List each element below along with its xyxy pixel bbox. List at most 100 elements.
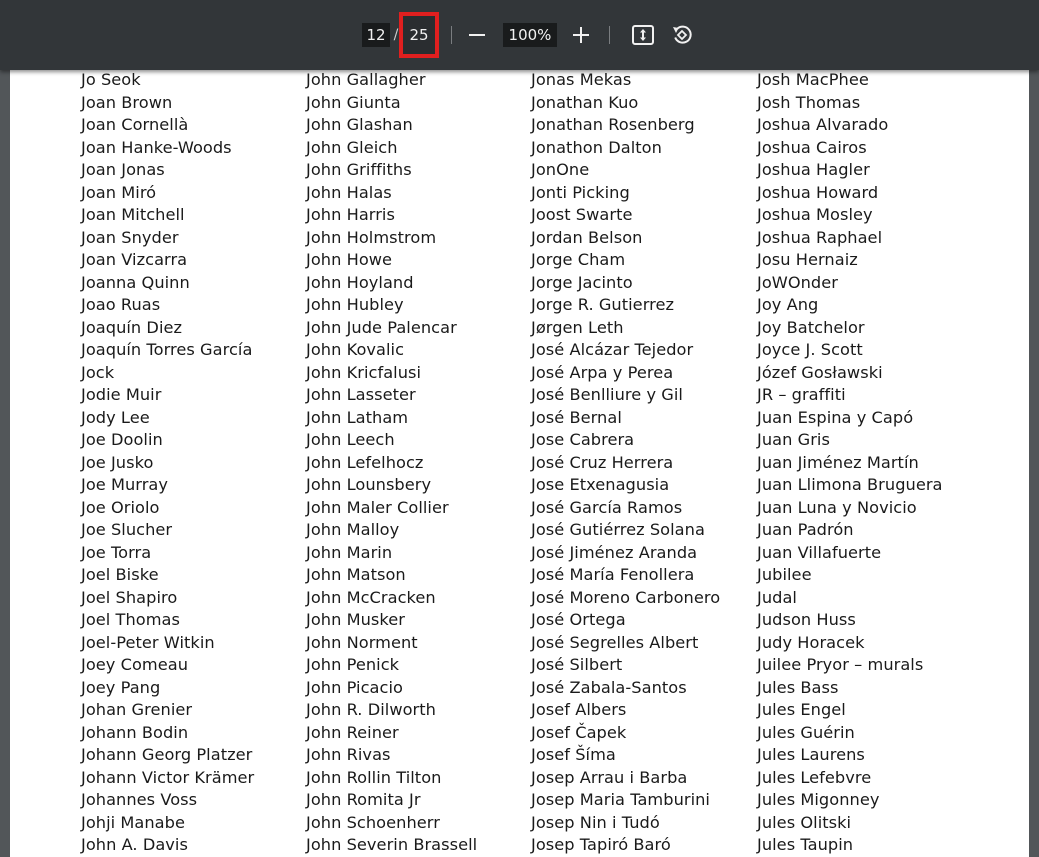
list-item: Josef Albers — [531, 700, 627, 719]
list-item: José Ortega — [531, 610, 626, 629]
list-item: John Glashan — [306, 115, 413, 134]
list-item: Juan Llimona Bruguera — [757, 475, 943, 494]
list-item: Jules Laurens — [757, 745, 865, 764]
list-item: John Kovalic — [306, 340, 405, 359]
list-item: Jules Olitski — [757, 812, 852, 832]
list-item: Jock — [81, 362, 115, 382]
page-number-input[interactable]: 12 — [362, 23, 390, 47]
list-item: John Latham — [306, 407, 409, 427]
list-item: John Rollin Tilton — [306, 767, 442, 787]
list-item: Josef Čapek — [531, 722, 627, 742]
list-item: Joey Comeau — [81, 655, 189, 674]
list-item: Joanna Quinn — [81, 272, 190, 292]
list-item: Joel Thomas — [81, 610, 181, 629]
name-column-1: Jo Seok Joan Brown Joan Cornellà Joan Hanke… — [81, 70, 254, 857]
list-item: Jules Migonney — [757, 790, 880, 809]
list-item: José Silbert — [531, 655, 623, 674]
pdf-toolbar: 12 / 25 100% — [0, 0, 1039, 70]
list-item: Johann Bodin — [81, 722, 189, 742]
list-item: John Hoyland — [306, 272, 414, 292]
list-item: John Maler Collier — [306, 497, 449, 517]
list-item: Judy Horacek — [757, 632, 865, 652]
list-item: Joan Cornellà — [81, 115, 189, 134]
list-item: Joao Ruas — [81, 295, 161, 314]
list-item: Jonas Mekas — [531, 70, 632, 89]
list-item: Juan Gris — [757, 430, 830, 449]
list-item: John Schoenherr — [306, 812, 440, 832]
list-item: Joshua Howard — [757, 182, 879, 202]
list-item: Johann Georg Platzer — [81, 745, 253, 764]
list-item: Josef Šíma — [531, 745, 616, 764]
list-item: JonOne — [531, 160, 590, 179]
list-item: John Penick — [306, 655, 400, 674]
zoom-level-input[interactable]: 100% — [503, 23, 557, 47]
list-item: Jody Lee — [81, 407, 150, 427]
fit-to-page-button[interactable] — [629, 21, 657, 49]
list-item: José García Ramos — [531, 497, 683, 517]
list-item: John Gallagher — [306, 70, 426, 89]
name-column-4: Josh MacPhee Josh Thomas Joshua Alvarado Jo… — [757, 70, 943, 857]
list-item: José Cruz Herrera — [531, 452, 674, 472]
list-item: John Picacio — [306, 677, 403, 697]
list-item: Joey Pang — [81, 677, 161, 697]
rotate-icon — [673, 25, 692, 44]
name-column-3: Jonas Mekas Jonathan Kuo Jonathan Rosenber… — [531, 70, 720, 857]
list-item: John Howe — [306, 250, 393, 269]
list-item: Johann Victor Krämer — [81, 767, 255, 787]
list-item: Joan Mitchell — [81, 205, 185, 224]
list-item: John R. Dilworth — [306, 700, 436, 719]
toolbar-divider — [609, 26, 610, 44]
zoom-in-button[interactable] — [567, 21, 595, 49]
plus-icon — [573, 27, 589, 43]
list-item: Juan Padrón — [757, 520, 854, 539]
rotate-button[interactable] — [668, 21, 696, 49]
page-total-count: 25 — [399, 12, 439, 58]
list-item: Jose Cabrera — [531, 430, 635, 449]
list-item: Jorge Cham — [531, 250, 626, 269]
list-item: Joan Brown — [81, 92, 173, 112]
list-item: Jules Bass — [757, 677, 839, 697]
list-item: Joe Oriolo — [81, 497, 160, 517]
list-item: Juan Espina y Capó — [757, 407, 914, 427]
list-item: Josh MacPhee — [757, 70, 869, 89]
list-item: Jules Engel — [757, 700, 846, 719]
list-item: José Segrelles Albert — [531, 632, 699, 652]
list-item: John Lefelhocz — [306, 452, 424, 472]
list-item: Jonathan Rosenberg — [531, 115, 695, 134]
list-item: Judson Huss — [757, 610, 856, 629]
list-item: José Moreno Carbonero — [531, 587, 721, 607]
list-item: John Marin — [306, 542, 393, 562]
list-item: Joshua Mosley — [757, 205, 873, 224]
list-item: John Holmstrom — [306, 227, 437, 247]
list-item: Jubilee — [757, 565, 812, 584]
zoom-out-button[interactable] — [463, 21, 491, 49]
list-item: Joy Batchelor — [757, 317, 865, 337]
list-item: Jose Etxenagusia — [531, 475, 670, 494]
list-item: Johji Manabe — [81, 812, 185, 832]
list-item: John Leech — [306, 430, 395, 449]
list-item: John Jude Palencar — [306, 317, 457, 337]
list-item: JoWOnder — [757, 272, 838, 292]
list-item: Joel-Peter Witkin — [81, 632, 215, 652]
list-item: Jorge Jacinto — [531, 272, 633, 292]
list-item: Jørgen Leth — [531, 317, 624, 337]
list-item: John Kricfalusi — [306, 362, 422, 382]
list-item: John Griffiths — [306, 160, 412, 179]
list-item: Jorge R. Gutierrez — [531, 295, 675, 314]
list-item: Joe Jusko — [81, 452, 154, 472]
toolbar-divider — [451, 26, 452, 44]
list-item: Jules Lefebvre — [757, 767, 872, 787]
list-item: Josu Hernaiz — [757, 250, 858, 269]
list-item: Josep Nin i Tudó — [531, 812, 660, 832]
list-item: John Musker — [306, 610, 405, 629]
list-item: José María Fenollera — [531, 565, 695, 584]
list-item: Joan Miró — [81, 182, 157, 202]
list-item: Joan Jonas — [81, 160, 165, 179]
list-item: John Giunta — [306, 92, 401, 112]
list-item: Joyce J. Scott — [757, 340, 863, 359]
list-item: Joshua Alvarado — [757, 115, 889, 134]
list-item: John Lounsbery — [306, 475, 432, 494]
pdf-page: Jo Seok Joan Brown Joan Cornellà Joan Hanke… — [10, 70, 1029, 857]
list-item: Józef Gosławski — [757, 362, 883, 382]
list-item: Joe Torra — [81, 542, 152, 562]
